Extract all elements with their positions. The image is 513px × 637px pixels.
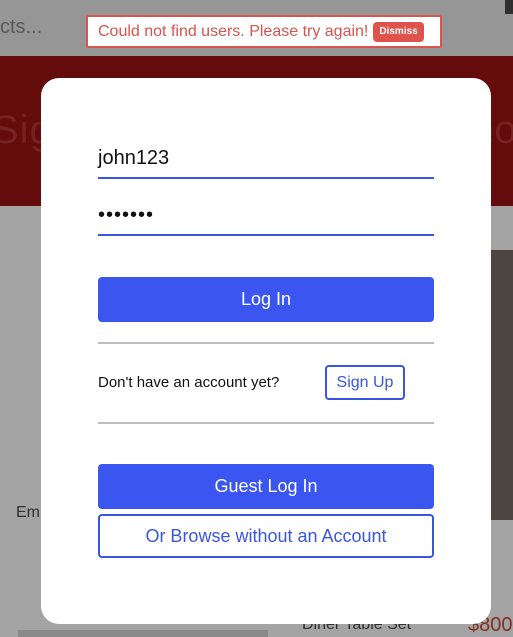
signup-prompt: Don't have an account yet?	[98, 374, 280, 391]
dismiss-button[interactable]: Dismiss	[373, 21, 424, 42]
password-field[interactable]: •••••••	[98, 204, 434, 236]
guest-login-button[interactable]: Guest Log In	[98, 464, 434, 509]
login-modal: john123 ••••••• Log In Don't have an acc…	[41, 78, 491, 624]
divider	[98, 342, 434, 344]
error-alert: Could not find users. Please try again! …	[86, 15, 442, 48]
login-button[interactable]: Log In	[98, 277, 434, 322]
divider	[98, 422, 434, 424]
alert-message: Could not find users. Please try again!	[98, 22, 369, 40]
username-field[interactable]: john123	[98, 147, 434, 179]
signup-button[interactable]: Sign Up	[325, 365, 405, 400]
browse-without-account-button[interactable]: Or Browse without an Account	[98, 514, 434, 558]
